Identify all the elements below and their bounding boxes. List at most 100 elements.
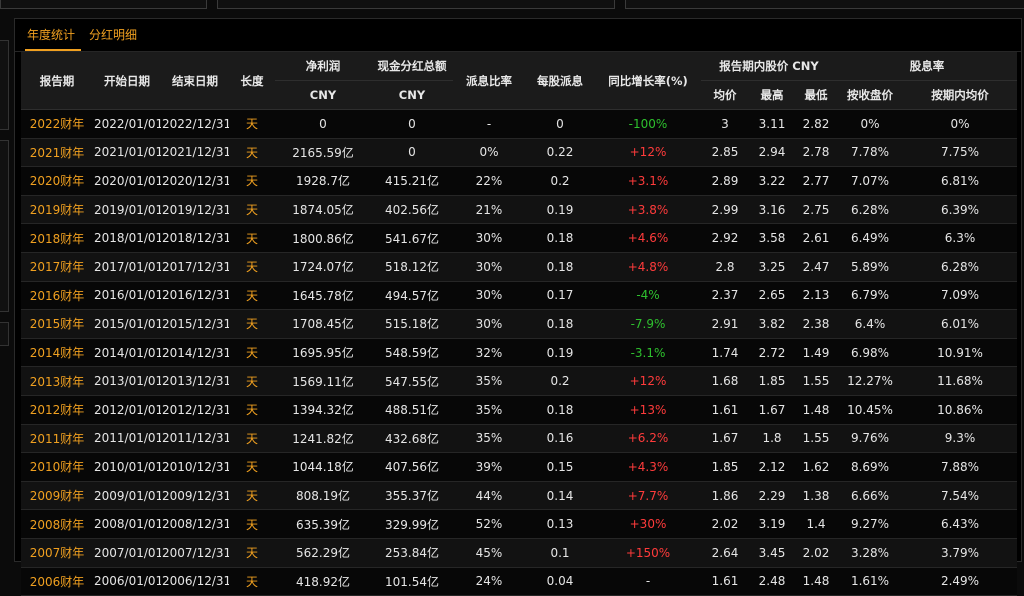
cell-start-date: 2010/01/01 [93, 452, 161, 482]
cell-yield-close: 6.4% [837, 309, 904, 339]
cell-length: 天 [229, 223, 275, 253]
cell-start-date: 2014/01/01 [93, 338, 161, 368]
table-row[interactable]: 2011财年 2011/01/01 2011/12/31 天 1241.82亿 432.6… [21, 424, 1018, 454]
cell-net-profit: 1724.07亿 [275, 252, 371, 282]
cell-dividend-total: 329.99亿 [371, 509, 453, 539]
cell-start-date: 2017/01/01 [93, 252, 161, 282]
cell-net-profit: 1928.7亿 [275, 166, 371, 196]
cell-period: 2022财年 [21, 109, 93, 139]
table-row[interactable]: 2009财年 2009/01/01 2009/12/31 天 808.19亿 355.37… [21, 481, 1018, 511]
cell-start-date: 2022/01/01 [93, 109, 161, 139]
cell-yield-close: 3.28% [837, 538, 904, 568]
tab-dividend-details[interactable]: 分红明细 [87, 26, 143, 51]
cell-net-profit: 2165.59亿 [275, 138, 371, 168]
col-net-profit[interactable]: 净利润 [275, 52, 371, 81]
cell-period: 2012财年 [21, 395, 93, 425]
col-end-date[interactable]: 结束日期 [161, 52, 229, 110]
table-row[interactable]: 2008财年 2008/01/01 2008/12/31 天 635.39亿 329.99… [21, 509, 1018, 539]
col-length[interactable]: 长度 [229, 52, 275, 110]
table-row[interactable]: 2016财年 2016/01/01 2016/12/31 天 1645.78亿 494.5… [21, 281, 1018, 311]
cell-dividend-per-share: 0.15 [525, 452, 595, 482]
cell-price-avg: 1.85 [701, 452, 749, 482]
tab-bar: 年度统计 分红明细 [15, 19, 1021, 52]
cell-start-date: 2016/01/01 [93, 281, 161, 311]
table-row[interactable]: 2017财年 2017/01/01 2017/12/31 天 1724.07亿 518.1… [21, 252, 1018, 282]
table-row[interactable]: 2013财年 2013/01/01 2013/12/31 天 1569.11亿 547.5… [21, 366, 1018, 396]
cell-dividend-total: 547.55亿 [371, 366, 453, 396]
cell-end-date: 2021/12/31 [161, 138, 229, 168]
cell-yoy-growth: +30% [595, 509, 701, 539]
cell-payout-ratio: 35% [453, 395, 525, 425]
cell-yield-close: 10.45% [837, 395, 904, 425]
col-period[interactable]: 报告期 [21, 52, 93, 110]
col-dividend-per-share[interactable]: 每股派息 [525, 52, 595, 110]
cell-period: 2006财年 [21, 567, 93, 596]
cell-price-low: 2.61 [795, 223, 838, 253]
cell-price-high: 1.67 [749, 395, 795, 425]
cell-end-date: 2015/12/31 [161, 309, 229, 339]
cell-price-low: 2.75 [795, 195, 838, 225]
cell-yoy-growth: - [595, 567, 701, 596]
table-row[interactable]: 2014财年 2014/01/01 2014/12/31 天 1695.95亿 548.5… [21, 338, 1018, 368]
tab-annual-stats[interactable]: 年度统计 [25, 26, 82, 51]
cell-price-high: 2.12 [749, 452, 795, 482]
top-panel-edge [625, 0, 1024, 9]
cell-yield-close: 8.69% [837, 452, 904, 482]
cell-payout-ratio: 30% [453, 252, 525, 282]
table-row[interactable]: 2021财年 2021/01/01 2021/12/31 天 2165.59亿 0 0% 0.… [21, 138, 1018, 168]
col-price-avg[interactable]: 均价 [701, 80, 749, 110]
cell-dividend-per-share: 0.19 [525, 195, 595, 225]
left-panel-edge [0, 322, 9, 346]
cell-yield-close: 7.78% [837, 138, 904, 168]
table-header: 报告期 开始日期 结束日期 长度 净利润 现金分红总额 派息比率 每股派息 同比… [21, 52, 1018, 110]
cell-payout-ratio: 39% [453, 452, 525, 482]
cell-end-date: 2009/12/31 [161, 481, 229, 511]
table-row[interactable]: 2020财年 2020/01/01 2020/12/31 天 1928.7亿 415.21… [21, 166, 1018, 196]
cell-yield-close: 5.89% [837, 252, 904, 282]
cell-period: 2014财年 [21, 338, 93, 368]
cell-price-avg: 2.89 [701, 166, 749, 196]
cell-yield-avg: 7.09% [903, 281, 1018, 311]
cell-end-date: 2016/12/31 [161, 281, 229, 311]
table-row[interactable]: 2019财年 2019/01/01 2019/12/31 天 1874.05亿 402.5… [21, 195, 1018, 225]
cell-payout-ratio: 24% [453, 567, 525, 596]
cell-length: 天 [229, 166, 275, 196]
cell-dividend-per-share: 0.18 [525, 223, 595, 253]
cell-yield-avg: 3.79% [903, 538, 1018, 568]
table-row[interactable]: 2006财年 2006/01/01 2006/12/31 天 418.92亿 101.54… [21, 567, 1018, 596]
cell-dividend-per-share: 0.19 [525, 338, 595, 368]
cell-dividend-total: 402.56亿 [371, 195, 453, 225]
col-yoy-growth[interactable]: 同比增长率(%) [595, 52, 701, 110]
table-row[interactable]: 2010财年 2010/01/01 2010/12/31 天 1044.18亿 407.5… [21, 452, 1018, 482]
cell-net-profit: 635.39亿 [275, 509, 371, 539]
table-row[interactable]: 2015财年 2015/01/01 2015/12/31 天 1708.45亿 515.1… [21, 309, 1018, 339]
col-price-low[interactable]: 最低 [795, 80, 838, 110]
col-dividend-total[interactable]: 现金分红总额 [371, 52, 453, 81]
cell-yoy-growth: +6.2% [595, 424, 701, 454]
cell-payout-ratio: 35% [453, 424, 525, 454]
col-yield-close[interactable]: 按收盘价 [837, 80, 904, 110]
cell-length: 天 [229, 567, 275, 596]
cell-payout-ratio: 45% [453, 538, 525, 568]
cell-price-high: 3.16 [749, 195, 795, 225]
cell-payout-ratio: 21% [453, 195, 525, 225]
col-start-date[interactable]: 开始日期 [93, 52, 161, 110]
cell-dividend-total: 253.84亿 [371, 538, 453, 568]
col-payout-ratio[interactable]: 派息比率 [453, 52, 525, 110]
table-row[interactable]: 2022财年 2022/01/01 2022/12/31 天 0 0-0 -100% 3 3.1… [21, 109, 1018, 139]
cell-dividend-total: 415.21亿 [371, 166, 453, 196]
table-row[interactable]: 2012财年 2012/01/01 2012/12/31 天 1394.32亿 488.5… [21, 395, 1018, 425]
col-yield-avg[interactable]: 按期内均价 [903, 80, 1018, 110]
cell-dividend-per-share: 0.2 [525, 166, 595, 196]
cell-dividend-per-share: 0 [525, 109, 595, 139]
cell-dividend-total: 494.57亿 [371, 281, 453, 311]
cell-end-date: 2013/12/31 [161, 366, 229, 396]
cell-price-low: 2.13 [795, 281, 838, 311]
table-row[interactable]: 2007财年 2007/01/01 2007/12/31 天 562.29亿 253.84… [21, 538, 1018, 568]
table-row[interactable]: 2018财年 2018/01/01 2018/12/31 天 1800.86亿 541.6… [21, 223, 1018, 253]
cell-yoy-growth: +13% [595, 395, 701, 425]
cell-dividend-total: 515.18亿 [371, 309, 453, 339]
col-price-high[interactable]: 最高 [749, 80, 795, 110]
cell-length: 天 [229, 509, 275, 539]
cell-price-avg: 1.61 [701, 567, 749, 596]
